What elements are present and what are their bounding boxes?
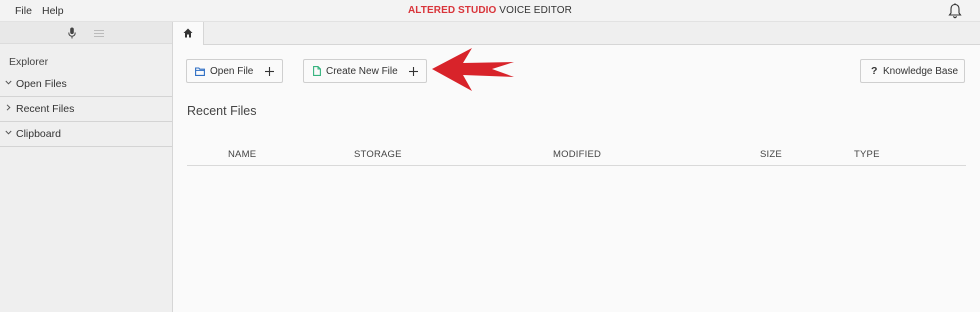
folder-icon <box>195 67 205 76</box>
column-header-name[interactable]: NAME <box>228 149 256 160</box>
open-file-button[interactable]: Open File <box>186 59 283 83</box>
sidebar-item-recent-files[interactable]: Recent Files <box>0 97 172 122</box>
sidebar-item-clipboard[interactable]: Clipboard <box>0 122 172 147</box>
explorer-label: Explorer <box>9 56 49 68</box>
knowledge-base-label: Knowledge Base <box>883 66 959 77</box>
recent-files-title: Recent Files <box>187 104 257 118</box>
app-title-brand: ALTERED STUDIO <box>407 5 497 16</box>
sidebar-item-label: Clipboard <box>16 128 61 140</box>
tab-home[interactable] <box>173 22 204 45</box>
sidebar-item-label: Recent Files <box>16 103 75 115</box>
chevron-right-icon <box>6 104 11 111</box>
sidebar: Explorer Open Files Recent Files Clipboa… <box>0 22 173 312</box>
sidebar-toolbar <box>0 22 172 44</box>
menu-bar: File Help ALTERED STUDIO VOICE EDITOR <box>0 0 980 22</box>
sidebar-item-label: Open Files <box>16 78 67 90</box>
open-file-label: Open File <box>210 66 254 77</box>
new-file-icon <box>313 66 321 76</box>
create-new-file-label: Create New File <box>326 66 398 77</box>
help-icon: ? <box>871 65 878 77</box>
column-header-type[interactable]: TYPE <box>854 149 880 160</box>
tab-bar <box>173 22 980 45</box>
app-title: ALTERED STUDIO VOICE EDITOR <box>0 5 980 16</box>
mic-icon[interactable] <box>68 27 76 39</box>
plus-icon <box>409 67 418 76</box>
chevron-down-icon <box>5 130 12 135</box>
menu-icon[interactable] <box>94 30 104 37</box>
home-icon <box>183 28 193 38</box>
column-header-modified[interactable]: MODIFIED <box>553 149 601 160</box>
sidebar-item-open-files[interactable]: Open Files <box>0 72 172 97</box>
arrow-annotation <box>432 48 514 91</box>
bell-icon[interactable] <box>948 3 962 19</box>
knowledge-base-button[interactable]: ? Knowledge Base <box>860 59 965 83</box>
column-header-size[interactable]: SIZE <box>760 149 782 160</box>
column-header-storage[interactable]: STORAGE <box>354 149 402 160</box>
create-new-file-button[interactable]: Create New File <box>303 59 427 83</box>
chevron-down-icon <box>5 80 12 85</box>
app-title-rest: VOICE EDITOR <box>496 5 572 16</box>
recent-files-table-header: NAME STORAGE MODIFIED SIZE TYPE <box>187 145 966 166</box>
plus-icon <box>265 67 274 76</box>
